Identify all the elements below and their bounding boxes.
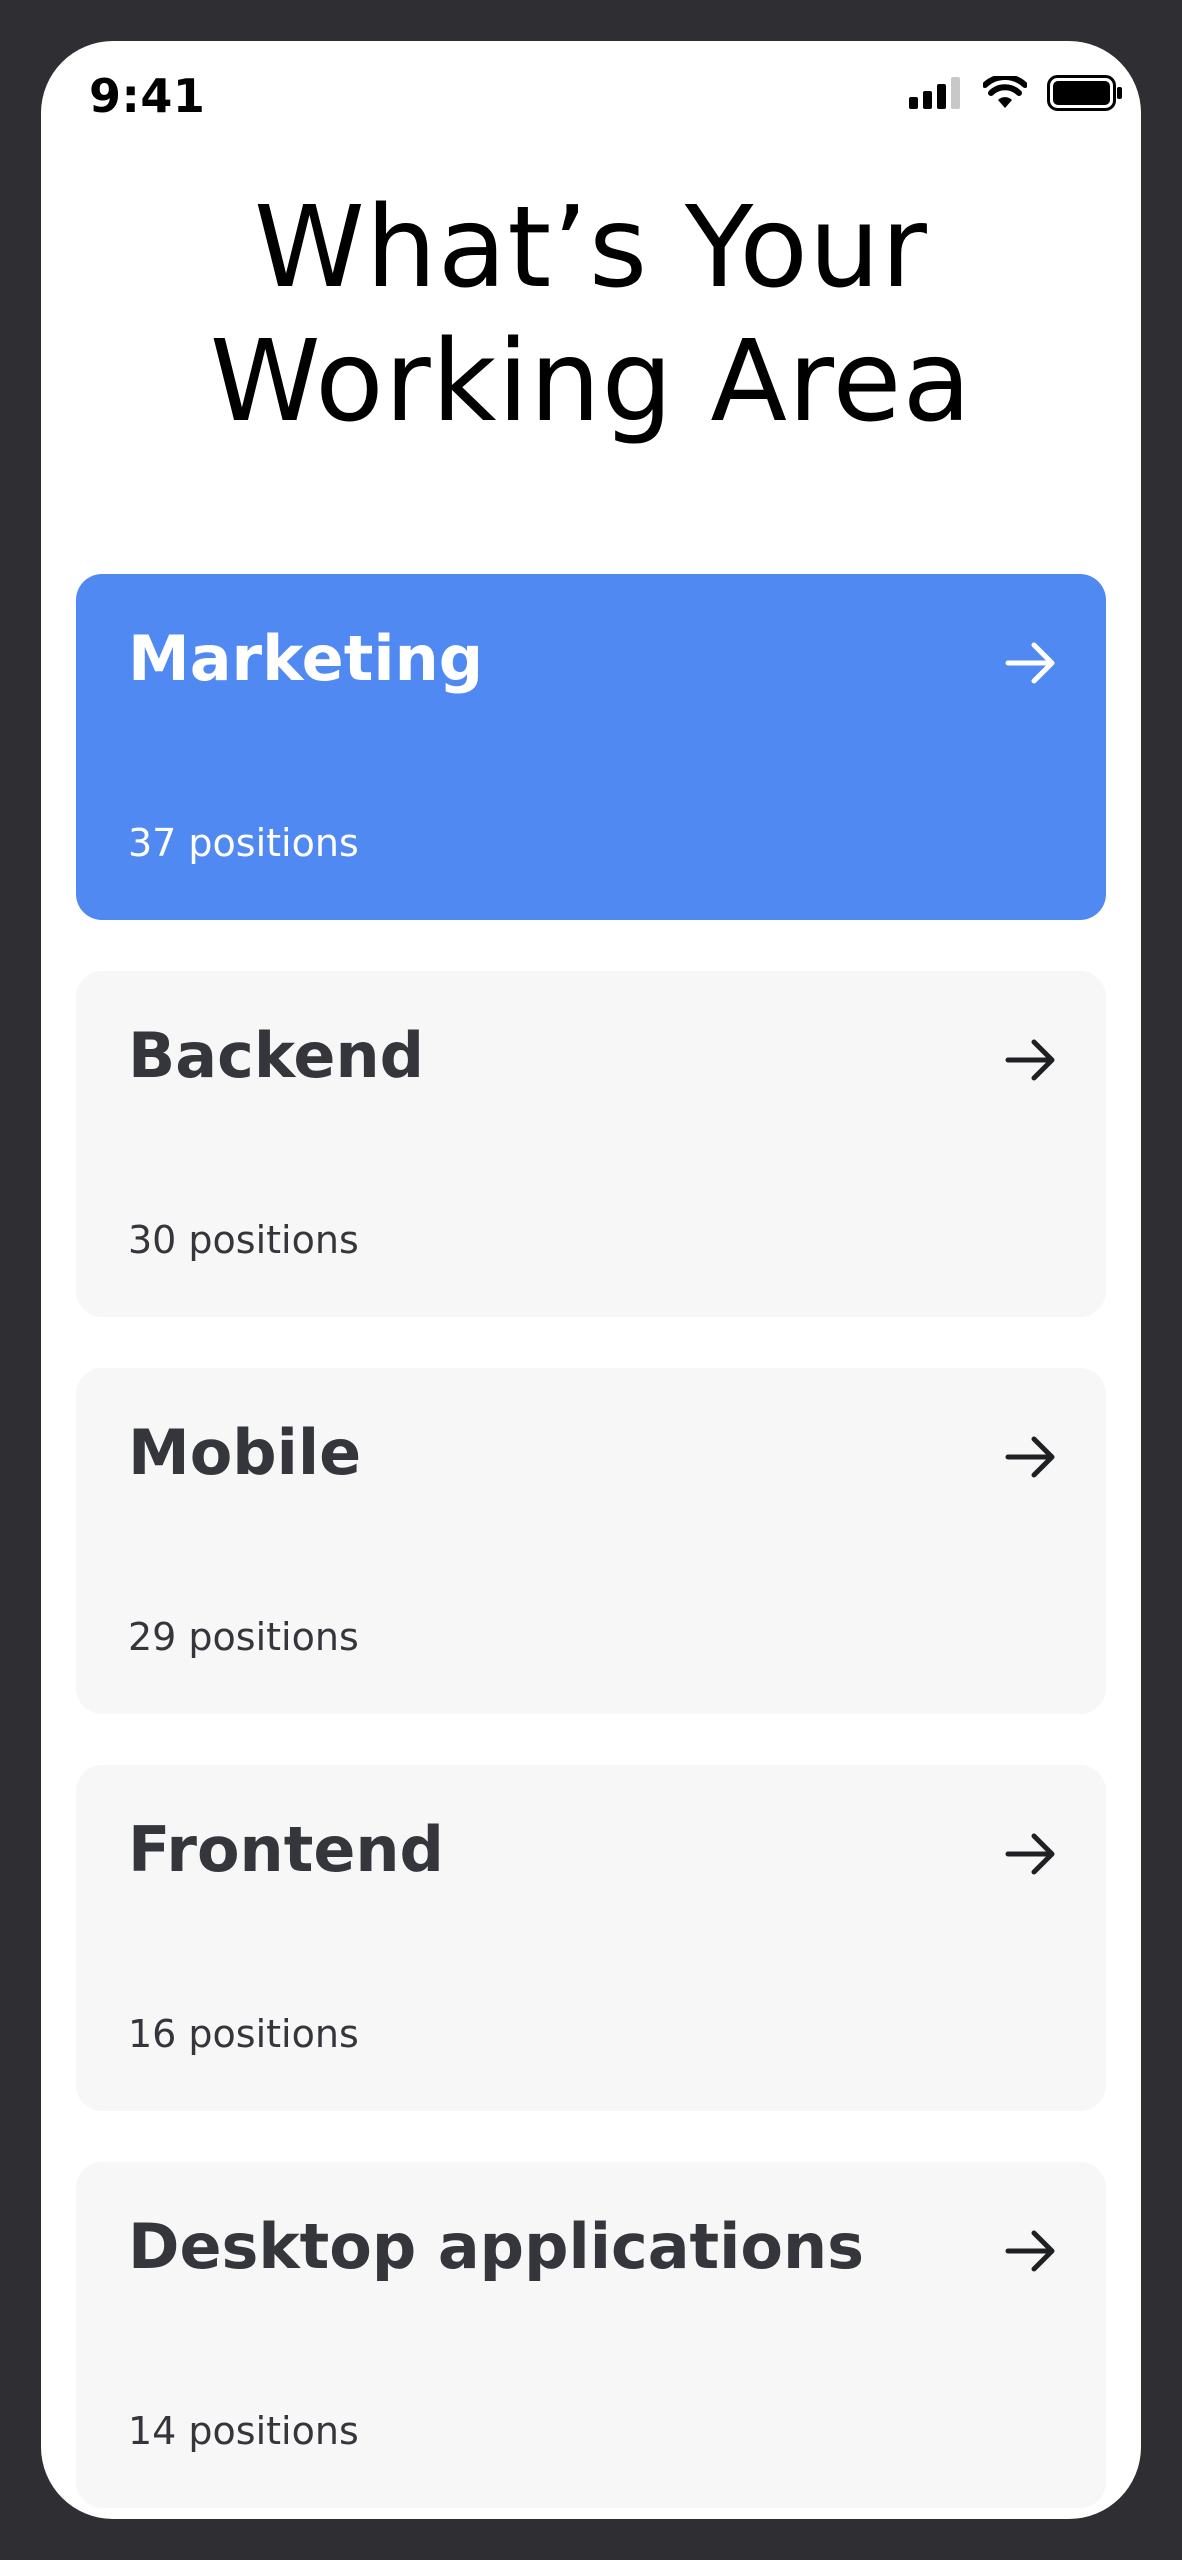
area-title: Frontend (128, 1813, 444, 1886)
area-card-desktop-applications[interactable]: Desktop applications 14 positions (76, 2162, 1106, 2508)
area-card-mobile[interactable]: Mobile 29 positions (76, 1368, 1106, 1714)
arrow-right-icon (1005, 642, 1055, 684)
area-positions-count: 16 positions (128, 2012, 359, 2056)
status-icons (909, 75, 1123, 111)
arrow-right-icon (1005, 1436, 1055, 1478)
area-positions-count: 29 positions (128, 1615, 359, 1659)
area-title: Mobile (128, 1416, 362, 1489)
area-title: Backend (128, 1019, 424, 1092)
page-title-line-1: What’s Your (254, 183, 928, 313)
app-screen: 9:41 What’s Your Working Area Marketing … (41, 41, 1141, 2519)
area-title: Desktop applications (128, 2210, 865, 2283)
status-time: 9:41 (89, 69, 206, 123)
status-bar: 9:41 (41, 41, 1141, 151)
wifi-icon (983, 76, 1027, 110)
battery-icon (1047, 75, 1123, 111)
arrow-right-icon (1005, 1833, 1055, 1875)
area-card-backend[interactable]: Backend 30 positions (76, 971, 1106, 1317)
cellular-signal-icon (909, 77, 963, 109)
arrow-right-icon (1005, 2230, 1055, 2272)
phone-frame: 9:41 What’s Your Working Area Marketing … (0, 0, 1182, 2560)
area-card-marketing[interactable]: Marketing 37 positions (76, 574, 1106, 920)
arrow-right-icon (1005, 1039, 1055, 1081)
working-area-list: Marketing 37 positions Backend 30 positi… (76, 574, 1106, 2519)
page-title: What’s Your Working Area (41, 181, 1141, 449)
page-title-line-2: Working Area (209, 317, 973, 447)
area-title: Marketing (128, 622, 484, 695)
area-positions-count: 37 positions (128, 821, 359, 865)
area-positions-count: 30 positions (128, 1218, 359, 1262)
area-card-frontend[interactable]: Frontend 16 positions (76, 1765, 1106, 2111)
area-positions-count: 14 positions (128, 2409, 359, 2453)
